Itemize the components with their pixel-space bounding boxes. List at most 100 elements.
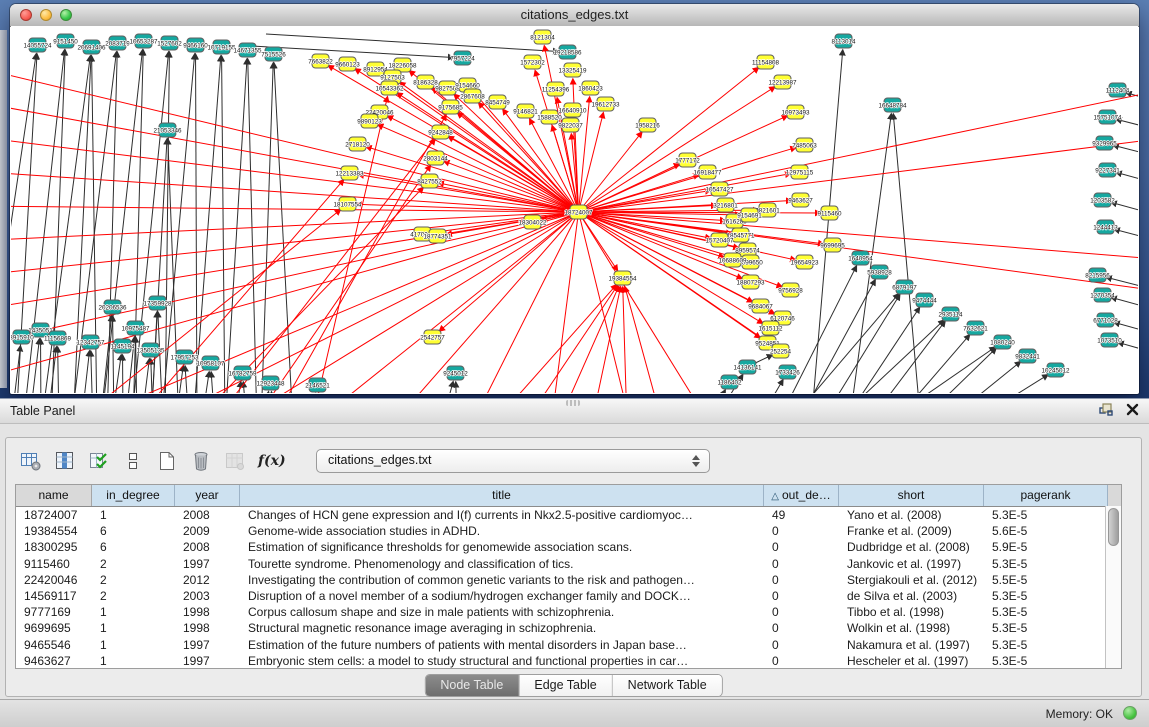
table-vertical-scrollbar[interactable] xyxy=(1105,506,1121,668)
graph-node[interactable]: 10245012 xyxy=(1041,363,1070,377)
select-columns-button[interactable] xyxy=(86,448,112,474)
table-row[interactable]: 1456911722003Disruption of a novel membe… xyxy=(16,588,1121,604)
graph-node[interactable]: 11254396 xyxy=(542,82,570,96)
table-row[interactable]: 2242004622012Investigating the contribut… xyxy=(16,572,1121,588)
graph-node[interactable]: 9474444 xyxy=(912,293,937,307)
graph-node[interactable]: 6771028 xyxy=(1093,313,1118,327)
graph-node[interactable]: 8454749 xyxy=(485,95,510,109)
graph-node[interactable]: 20206536 xyxy=(98,300,127,314)
column-header-short[interactable]: short xyxy=(839,485,984,506)
table-row[interactable]: 946554611997Estimation of the future num… xyxy=(16,637,1121,653)
graph-node[interactable]: 9466160 xyxy=(183,38,208,52)
row-height-button[interactable] xyxy=(120,448,146,474)
graph-node[interactable]: 19384554 xyxy=(608,271,637,285)
scrollbar-thumb[interactable] xyxy=(1108,508,1119,546)
graph-node[interactable]: 8215956 xyxy=(1085,268,1110,282)
graph-node[interactable]: 1615112 xyxy=(758,321,783,335)
memory-status-indicator[interactable] xyxy=(1123,706,1137,720)
graph-node[interactable]: 1270354 xyxy=(1090,288,1115,302)
graph-node[interactable]: 1777172 xyxy=(675,153,700,167)
graph-node[interactable]: 18107554 xyxy=(333,197,362,211)
graph-node[interactable]: 13505135 xyxy=(136,343,165,357)
graph-node[interactable]: 7957224 xyxy=(450,51,475,65)
graph-node[interactable]: 6879197 xyxy=(892,280,917,294)
graph-node[interactable]: 9756928 xyxy=(778,283,803,297)
graph-node[interactable]: 12213987 xyxy=(768,75,797,89)
graph-node[interactable]: 9463627 xyxy=(788,193,813,207)
graph-node[interactable]: 9660123 xyxy=(335,57,360,71)
column-chooser-button[interactable] xyxy=(52,448,78,474)
graph-node[interactable]: 8427552 xyxy=(417,174,442,188)
graph-node[interactable]: 19218586 xyxy=(553,45,582,59)
panel-resize-handle[interactable] xyxy=(566,400,580,406)
table-select-dropdown[interactable]: citations_edges.txt xyxy=(316,449,710,473)
graph-node[interactable]: 1527602 xyxy=(157,36,182,50)
graph-node[interactable]: 5938928 xyxy=(867,265,892,279)
graph-node[interactable]: 15751074 xyxy=(1093,110,1122,124)
table-row[interactable]: 969969511998Structural magnetic resonanc… xyxy=(16,620,1121,636)
table-row[interactable]: 1830029562008Estimation of significance … xyxy=(16,539,1121,555)
graph-node[interactable]: 1640954 xyxy=(848,251,873,265)
graph-node[interactable]: 8121304 xyxy=(530,30,555,44)
graph-node[interactable]: 9832441 xyxy=(1015,349,1040,363)
graph-node[interactable]: 20691406 xyxy=(77,40,106,54)
graph-node[interactable]: 1186402 xyxy=(717,375,742,389)
network-canvas[interactable]: 1872400796601238912954182260589127503818… xyxy=(11,26,1138,393)
column-header-year[interactable]: year xyxy=(175,485,240,506)
graph-node[interactable]: 2935114 xyxy=(938,307,963,321)
graph-node[interactable]: 18807293 xyxy=(736,275,765,289)
graph-node[interactable]: 1073510 xyxy=(1097,333,1122,347)
graph-node[interactable]: 2803144 xyxy=(423,151,448,165)
column-header-pagerank[interactable]: pagerank xyxy=(984,485,1108,506)
graph-node[interactable]: 1572302 xyxy=(520,55,545,69)
graph-node[interactable]: 9329965 xyxy=(1092,136,1117,150)
graph-node[interactable]: 11154808 xyxy=(752,55,780,69)
graph-node[interactable]: 12975115 xyxy=(786,165,814,179)
import-table-button[interactable] xyxy=(222,448,248,474)
graph-node[interactable]: 1203582 xyxy=(1090,193,1115,207)
table-row[interactable]: 1872400712008Changes of HCN gene express… xyxy=(16,507,1121,523)
graph-node[interactable]: 17359928 xyxy=(143,296,172,310)
graph-node[interactable]: 7632621 xyxy=(963,321,988,335)
tab-edge-table[interactable]: Edge Table xyxy=(519,675,612,696)
graph-node[interactable]: 16782759 xyxy=(228,366,257,380)
graph-node[interactable]: 1860423 xyxy=(578,81,603,95)
graph-node[interactable]: 1080240 xyxy=(990,335,1015,349)
graph-node[interactable]: 9151450 xyxy=(53,34,78,48)
graph-node[interactable]: 1244413 xyxy=(1093,220,1118,234)
table-row[interactable]: 911546021997Tourette syndrome. Phenomeno… xyxy=(16,556,1121,572)
window-titlebar[interactable]: citations_edges.txt xyxy=(10,4,1139,27)
new-document-button[interactable] xyxy=(154,448,180,474)
close-panel-icon[interactable] xyxy=(1126,403,1139,421)
graph-node[interactable]: 7485063 xyxy=(792,138,817,152)
graph-node[interactable]: 16640910 xyxy=(558,103,587,117)
column-header-out_de[interactable]: △out_de… xyxy=(764,485,839,506)
graph-node[interactable]: 16648784 xyxy=(878,98,907,112)
graph-node[interactable]: 14055724 xyxy=(23,38,52,52)
function-builder-button[interactable]: f(x) xyxy=(256,448,282,474)
graph-node[interactable]: 1733426 xyxy=(775,365,800,379)
column-header-name[interactable]: name xyxy=(16,485,92,506)
graph-node[interactable]: 8113014 xyxy=(831,34,856,48)
graph-node[interactable]: 9699695 xyxy=(820,238,845,252)
graph-node[interactable]: 9175685 xyxy=(438,100,463,114)
graph-node[interactable]: 2146521 xyxy=(305,378,330,392)
graph-node[interactable]: 7515526 xyxy=(261,47,286,61)
graph-node[interactable]: 10958107 xyxy=(196,356,225,370)
graph-node[interactable]: 14671355 xyxy=(233,43,262,57)
table-row[interactable]: 1938455462009Genome-wide association stu… xyxy=(16,523,1121,539)
column-header-in_degree[interactable]: in_degree xyxy=(92,485,175,506)
table-settings-button[interactable] xyxy=(18,448,44,474)
table-row[interactable]: 946362711997Embryonic stem cells: a mode… xyxy=(16,653,1121,669)
graph-node[interactable]: 2542757 xyxy=(420,330,445,344)
column-header-title[interactable]: title xyxy=(240,485,764,506)
graph-node[interactable]: 9245012 xyxy=(443,366,468,380)
table-row[interactable]: 977716911998Corpus callosum shape and si… xyxy=(16,604,1121,620)
tab-network-table[interactable]: Network Table xyxy=(613,675,722,696)
graph-node[interactable]: 9146821 xyxy=(513,104,538,118)
graph-node[interactable]: 9227341 xyxy=(1095,163,1120,177)
tab-node-table[interactable]: Node Table xyxy=(425,675,519,696)
graph-node[interactable]: 19612733 xyxy=(591,97,620,111)
graph-node[interactable]: 12923448 xyxy=(256,376,285,390)
graph-node[interactable]: 13325419 xyxy=(558,63,587,77)
